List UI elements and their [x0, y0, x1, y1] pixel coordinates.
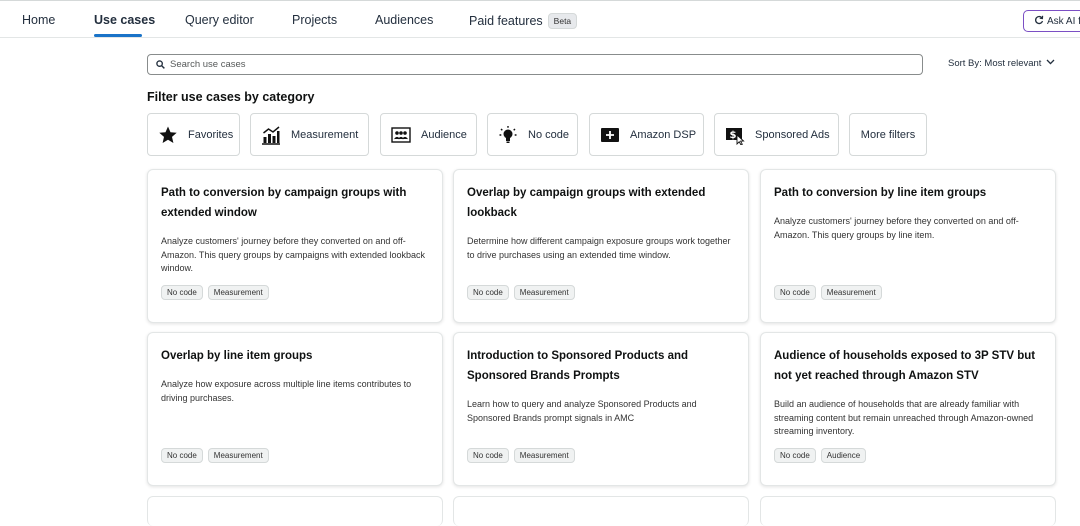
card-description: Analyze customers' journey before they c… — [774, 216, 1019, 240]
filter-chip-label: Audience — [421, 128, 467, 141]
nav-use-cases[interactable]: Use cases — [94, 13, 155, 27]
filter-chip-amazon-dsp[interactable]: Amazon DSP — [589, 113, 704, 156]
use-case-card[interactable]: Path to conversion by campaign groups wi… — [147, 169, 443, 323]
search-box — [147, 54, 923, 75]
nav-paid-features[interactable]: Paid features Beta — [469, 13, 578, 29]
lightbulb-icon — [498, 125, 518, 145]
card-title: Audience of households exposed to 3P STV… — [774, 350, 1036, 382]
active-tab-indicator — [94, 34, 142, 37]
tag-no-code: No code — [774, 285, 816, 300]
use-case-card[interactable]: Path to conversion by line item groups A… — [760, 169, 1056, 323]
refresh-icon — [1035, 15, 1044, 25]
more-filters-label: More filters — [860, 128, 916, 141]
use-case-card-partial[interactable] — [147, 496, 443, 526]
tag-measurement: Measurement — [513, 448, 575, 463]
tag-measurement: Measurement — [513, 285, 575, 300]
tag-no-code: No code — [161, 448, 203, 463]
sponsored-ads-icon: $ — [725, 125, 745, 145]
card-description: Analyze customers' journey before they c… — [161, 236, 425, 273]
card-title: Path to conversion by campaign groups wi… — [161, 187, 407, 219]
audience-icon — [391, 125, 411, 145]
use-case-card[interactable]: Overlap by campaign groups with extended… — [453, 169, 749, 323]
tag-measurement: Measurement — [207, 285, 269, 300]
tag-no-code: No code — [467, 448, 509, 463]
top-navigation: Home Use cases Query editor Projects Aud… — [0, 0, 1080, 38]
filter-chip-audience[interactable]: Audience — [380, 113, 477, 156]
chevron-down-icon — [1046, 59, 1055, 65]
card-tags: No code Audience — [774, 448, 867, 463]
card-title: Introduction to Sponsored Products and S… — [467, 350, 689, 382]
filter-chip-label: Sponsored Ads — [755, 128, 830, 141]
nav-query-editor[interactable]: Query editor — [185, 13, 254, 27]
nav-home[interactable]: Home — [22, 13, 55, 27]
card-description: Learn how to query and analyze Sponsored… — [467, 399, 697, 423]
filter-section-title: Filter use cases by category — [147, 90, 315, 104]
card-tags: No code Measurement — [467, 448, 575, 463]
ask-ai-button[interactable]: Ask AI f — [1023, 10, 1080, 32]
card-tags: No code Measurement — [161, 448, 269, 463]
nav-paid-features-label: Paid features — [469, 14, 543, 28]
tag-measurement: Measurement — [820, 285, 882, 300]
filter-chip-no-code[interactable]: No code — [487, 113, 578, 156]
svg-text:$: $ — [730, 130, 737, 141]
card-title: Overlap by campaign groups with extended… — [467, 187, 706, 219]
tag-measurement: Measurement — [207, 448, 269, 463]
filter-chip-label: Measurement — [291, 128, 359, 141]
sort-label: Sort By: Most relevant — [948, 58, 1042, 69]
use-case-card[interactable]: Overlap by line item groups Analyze how … — [147, 332, 443, 486]
beta-badge: Beta — [547, 13, 578, 29]
tag-no-code: No code — [774, 448, 816, 463]
card-description: Analyze how exposure across multiple lin… — [161, 379, 412, 403]
card-tags: No code Measurement — [161, 285, 269, 300]
tag-no-code: No code — [467, 285, 509, 300]
card-tags: No code Measurement — [467, 285, 575, 300]
filter-chip-label: No code — [528, 128, 569, 141]
card-tags: No code Measurement — [774, 285, 882, 300]
dsp-icon — [600, 125, 620, 145]
nav-projects[interactable]: Projects — [292, 13, 337, 27]
search-input[interactable] — [170, 57, 910, 72]
use-case-card-partial[interactable] — [760, 496, 1056, 526]
sort-dropdown[interactable]: Sort By: Most relevant — [948, 58, 1055, 69]
card-description: Determine how different campaign exposur… — [467, 236, 731, 260]
ask-ai-label: Ask AI f — [1047, 16, 1080, 27]
filter-chip-favorites[interactable]: Favorites — [147, 113, 240, 156]
more-filters-button[interactable]: More filters — [849, 113, 927, 156]
use-case-card[interactable]: Audience of households exposed to 3P STV… — [760, 332, 1056, 486]
card-description: Build an audience of households that are… — [774, 399, 1034, 436]
chart-icon — [261, 125, 281, 145]
filter-chip-sponsored-ads[interactable]: $ Sponsored Ads — [714, 113, 839, 156]
filter-chip-measurement[interactable]: Measurement — [250, 113, 369, 156]
filter-chip-label: Amazon DSP — [630, 128, 697, 141]
use-case-card-partial[interactable] — [453, 496, 749, 526]
search-icon — [156, 60, 165, 69]
nav-audiences[interactable]: Audiences — [375, 13, 433, 27]
use-case-card[interactable]: Introduction to Sponsored Products and S… — [453, 332, 749, 486]
window-edge — [0, 0, 1080, 5]
card-title: Overlap by line item groups — [161, 350, 313, 362]
tag-no-code: No code — [161, 285, 203, 300]
card-title: Path to conversion by line item groups — [774, 187, 987, 199]
tag-audience: Audience — [820, 448, 867, 463]
filter-chip-label: Favorites — [188, 128, 234, 141]
star-icon — [158, 125, 178, 145]
